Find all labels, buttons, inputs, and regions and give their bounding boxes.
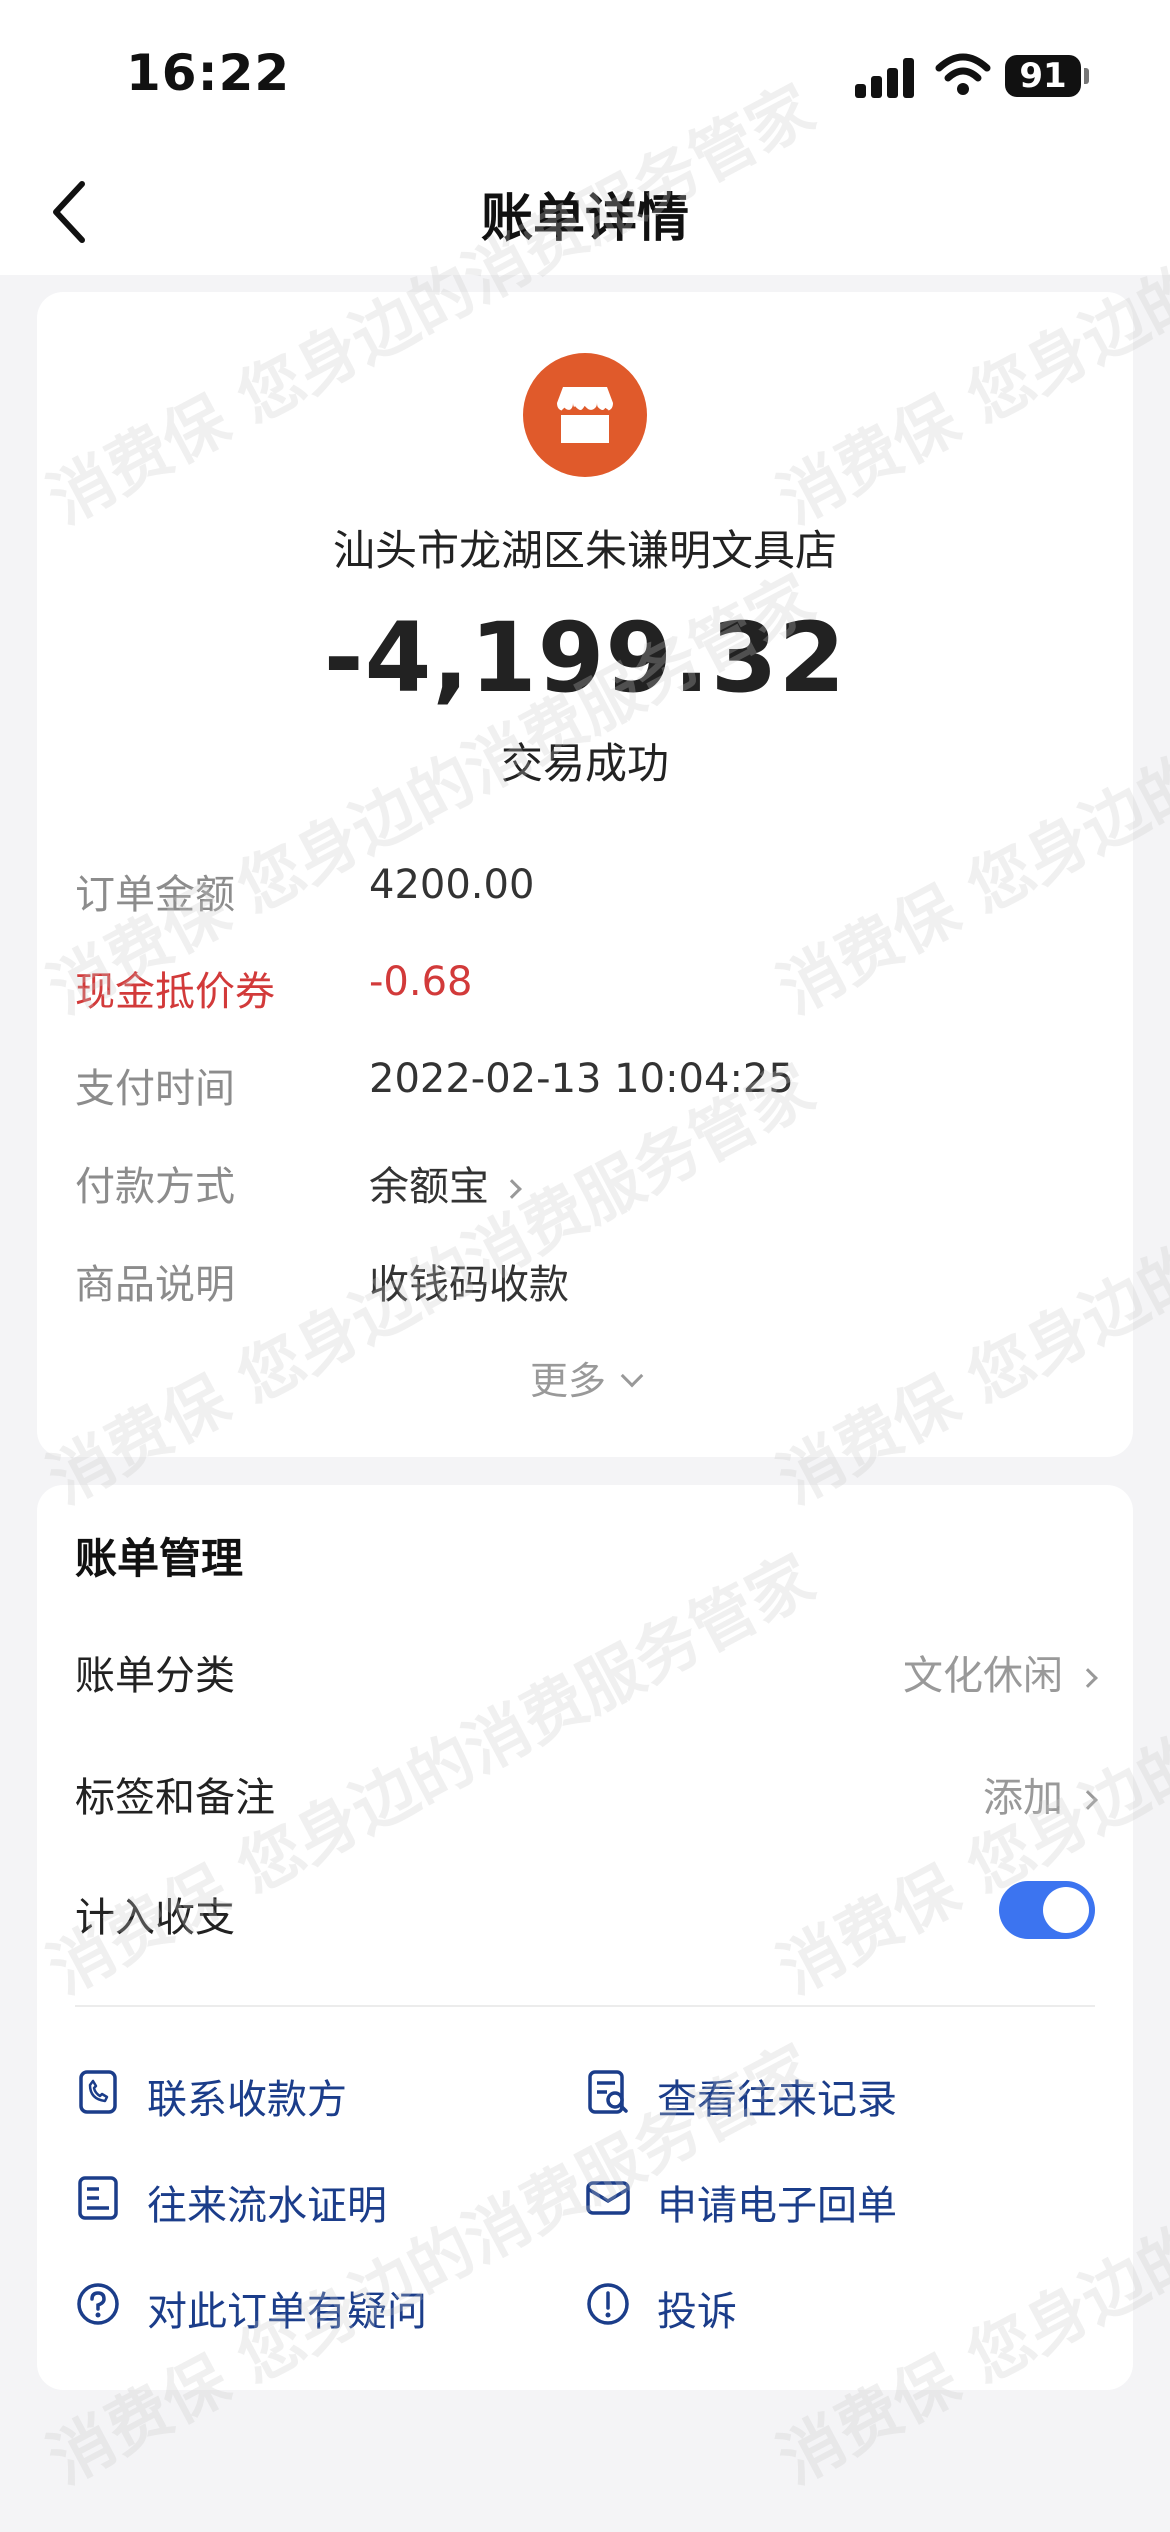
store-icon xyxy=(523,353,647,477)
detail-row-product-desc: 商品说明 收钱码收款 xyxy=(75,1252,1095,1312)
bill-detail-page: 16:22 91 账单详情 汕头市龙湖区朱谦明文具店 -4,199.32 交易成… xyxy=(0,0,1170,2532)
detail-value: 2022-02-13 10:04:25 xyxy=(369,1056,794,1102)
nav-bar: 账单详情 xyxy=(0,150,1170,275)
category-value-wrap: 文化休闲 xyxy=(903,1643,1098,1701)
action-label: 申请电子回单 xyxy=(657,2183,897,2229)
more-label: 更多 xyxy=(529,1359,606,1403)
action-label: 查看往来记录 xyxy=(657,2077,897,2123)
chevron-right-icon xyxy=(1078,1790,1098,1810)
section-title: 账单管理 xyxy=(75,1534,244,1583)
bill-management-card: 账单管理 账单分类 文化休闲 标签和备注 添加 计入收支 联系收款方 查看往来记… xyxy=(37,1485,1133,2390)
statement-proof-button[interactable]: 往来流水证明 xyxy=(75,2165,555,2235)
chevron-right-icon xyxy=(1078,1668,1098,1688)
action-label: 投诉 xyxy=(657,2289,737,2335)
mail-icon xyxy=(586,2181,630,2215)
detail-value: 4200.00 xyxy=(369,862,535,908)
phone-icon xyxy=(79,2070,117,2114)
detail-value-link[interactable]: 余额宝 xyxy=(369,1154,522,1212)
battery-level: 91 xyxy=(1005,55,1081,97)
toggle-knob xyxy=(1043,1887,1089,1933)
bill-summary-card: 汕头市龙湖区朱谦明文具店 -4,199.32 交易成功 订单金额 4200.00… xyxy=(37,292,1133,1457)
document-icon xyxy=(78,2176,118,2220)
detail-row-pay-method[interactable]: 付款方式 余额宝 xyxy=(75,1154,1095,1214)
chevron-down-icon xyxy=(620,1364,644,1388)
status-time: 16:22 xyxy=(126,44,291,102)
detail-label: 付款方式 xyxy=(75,1164,235,1210)
bill-category-row[interactable]: 账单分类 文化休闲 xyxy=(75,1635,1098,1705)
transaction-amount: -4,199.32 xyxy=(323,602,847,714)
contact-payee-button[interactable]: 联系收款方 xyxy=(75,2059,555,2129)
include-in-budget-row: 计入收支 xyxy=(75,1877,1095,1947)
action-label: 联系收款方 xyxy=(147,2077,347,2123)
category-value: 文化休闲 xyxy=(903,1653,1063,1699)
detail-label: 商品说明 xyxy=(75,1262,235,1308)
tag-value: 添加 xyxy=(983,1775,1063,1821)
tag-note-row[interactable]: 标签和备注 添加 xyxy=(75,1757,1098,1827)
wifi-icon xyxy=(935,53,991,95)
record-search-icon xyxy=(588,2070,628,2114)
complaint-button[interactable]: 投诉 xyxy=(585,2271,1085,2341)
detail-label: 现金抵价券 xyxy=(75,969,275,1015)
detail-value: -0.68 xyxy=(369,959,473,1005)
action-label: 往来流水证明 xyxy=(147,2183,387,2229)
battery-icon: 91 xyxy=(1005,55,1089,97)
detail-row-order-amount: 订单金额 4200.00 xyxy=(75,862,1095,922)
chevron-right-icon xyxy=(502,1179,522,1199)
tag-label: 标签和备注 xyxy=(75,1775,275,1821)
divider xyxy=(75,2005,1095,2007)
pay-method-value: 余额宝 xyxy=(369,1164,489,1210)
detail-value: 收钱码收款 xyxy=(369,1262,569,1308)
category-label: 账单分类 xyxy=(75,1653,235,1699)
detail-row-pay-time: 支付时间 2022-02-13 10:04:25 xyxy=(75,1056,1095,1116)
tag-value-wrap: 添加 xyxy=(983,1765,1098,1823)
e-receipt-button[interactable]: 申请电子回单 xyxy=(585,2165,1085,2235)
question-icon xyxy=(77,2283,119,2325)
include-label: 计入收支 xyxy=(75,1895,235,1941)
more-button[interactable]: 更多 xyxy=(37,1350,1133,1405)
merchant-name: 汕头市龙湖区朱谦明文具店 xyxy=(332,526,837,575)
transaction-status: 交易成功 xyxy=(500,739,669,788)
include-in-budget-toggle[interactable] xyxy=(999,1881,1095,1939)
alert-icon xyxy=(587,2283,629,2325)
view-records-button[interactable]: 查看往来记录 xyxy=(585,2059,1085,2129)
order-question-button[interactable]: 对此订单有疑问 xyxy=(75,2271,555,2341)
action-label: 对此订单有疑问 xyxy=(147,2289,427,2335)
detail-label: 支付时间 xyxy=(75,1066,235,1112)
detail-label: 订单金额 xyxy=(75,872,235,918)
cellular-signal-icon xyxy=(855,58,915,98)
detail-row-coupon: 现金抵价券 -0.68 xyxy=(75,959,1095,1019)
status-bar: 16:22 91 xyxy=(0,0,1170,150)
page-title: 账单详情 xyxy=(480,189,689,249)
